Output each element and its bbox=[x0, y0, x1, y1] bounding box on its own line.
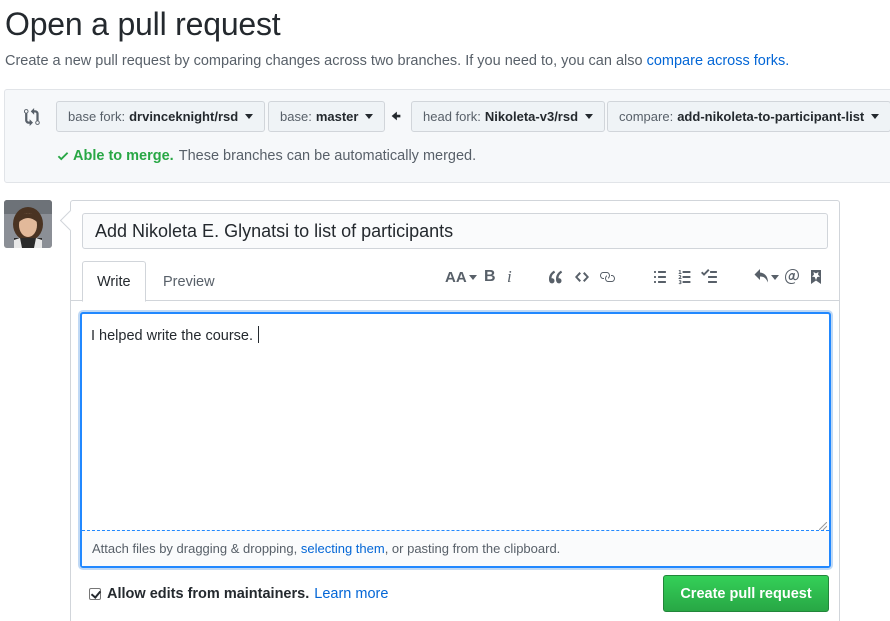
link-button[interactable] bbox=[599, 267, 615, 287]
attach-suffix: , or pasting from the clipboard. bbox=[384, 541, 561, 556]
page-title: Open a pull request bbox=[5, 6, 281, 42]
italic-button[interactable]: i bbox=[507, 267, 512, 287]
bold-icon: B bbox=[484, 268, 496, 285]
pr-title-input[interactable] bbox=[82, 213, 828, 249]
link-icon bbox=[600, 272, 615, 282]
compare-branch-label: compare: bbox=[619, 109, 674, 124]
user-avatar-image bbox=[4, 200, 52, 248]
unordered-list-button[interactable] bbox=[652, 267, 668, 287]
attach-prefix: Attach files by dragging & dropping, bbox=[92, 541, 298, 556]
mention-icon bbox=[785, 269, 799, 284]
subtitle-text: Create a new pull request by comparing c… bbox=[5, 53, 643, 69]
code-button[interactable] bbox=[574, 267, 590, 287]
quote-button[interactable] bbox=[548, 267, 564, 287]
base-branch-value: master bbox=[315, 109, 359, 124]
page-subtitle: Create a new pull request by comparing c… bbox=[5, 53, 789, 69]
compare-branch-value: add-nikoleta-to-participant-list bbox=[677, 109, 865, 124]
chevron-down-icon bbox=[365, 114, 374, 119]
select-files-link[interactable]: selecting them bbox=[301, 541, 385, 556]
base-branch-select[interactable]: base: master bbox=[268, 101, 386, 132]
check-icon bbox=[57, 152, 69, 161]
text-cursor bbox=[258, 326, 260, 343]
task-list-button[interactable] bbox=[700, 267, 718, 287]
merge-message: These branches can be automatically merg… bbox=[178, 148, 477, 164]
branch-range-editor: base fork: drvinceknight/rsd base: maste… bbox=[4, 89, 890, 183]
head-fork-select[interactable]: head fork: Nikoleta-v3/rsd bbox=[411, 101, 606, 132]
arrow-left-icon bbox=[391, 111, 401, 121]
file-attach-bar[interactable]: Attach files by dragging & dropping, sel… bbox=[82, 530, 829, 566]
allow-edits-option: Allow edits from maintainers. Learn more bbox=[89, 586, 388, 602]
merge-status: Able to merge. These branches can be aut… bbox=[57, 148, 476, 164]
code-icon bbox=[575, 272, 589, 282]
base-fork-select[interactable]: base fork: drvinceknight/rsd bbox=[56, 101, 266, 132]
merge-ok-label: Able to merge. bbox=[73, 148, 174, 164]
compare-arrows-icon bbox=[24, 108, 40, 126]
quote-icon bbox=[549, 270, 563, 284]
compare-branch-select[interactable]: compare: add-nikoleta-to-participant-lis… bbox=[607, 101, 890, 132]
create-pull-request-button[interactable]: Create pull request bbox=[663, 575, 829, 612]
list-unordered-icon bbox=[654, 271, 666, 283]
allow-edits-label: Allow edits from maintainers. bbox=[107, 586, 310, 602]
resize-handle-icon[interactable] bbox=[819, 522, 827, 530]
head-fork-value: Nikoleta-v3/rsd bbox=[484, 109, 579, 124]
chevron-down-icon bbox=[468, 274, 477, 280]
tab-preview[interactable]: Preview bbox=[149, 261, 229, 302]
bold-button[interactable]: B bbox=[484, 267, 496, 287]
chevron-down-icon bbox=[871, 114, 880, 119]
header-text-icon: AA bbox=[445, 268, 467, 286]
tasklist-icon bbox=[701, 269, 717, 283]
allow-edits-checkbox[interactable] bbox=[89, 588, 101, 600]
header-text-button[interactable]: AA bbox=[445, 267, 477, 287]
learn-more-link[interactable]: Learn more bbox=[314, 586, 388, 602]
base-branch-label: base: bbox=[280, 109, 312, 124]
chevron-down-icon bbox=[771, 274, 779, 280]
bookmark-icon bbox=[811, 270, 821, 284]
mention-button[interactable] bbox=[784, 267, 800, 287]
list-ordered-icon bbox=[678, 270, 691, 285]
compare-across-forks-link[interactable]: compare across forks. bbox=[647, 53, 790, 69]
italic-icon: i bbox=[507, 267, 512, 286]
chevron-down-icon bbox=[245, 114, 254, 119]
pr-body-textarea[interactable]: I helped write the course. Attach files … bbox=[80, 312, 831, 568]
base-fork-value: drvinceknight/rsd bbox=[129, 109, 239, 124]
tab-write[interactable]: Write bbox=[82, 261, 146, 302]
ordered-list-button[interactable] bbox=[677, 267, 693, 287]
avatar bbox=[4, 200, 52, 248]
head-fork-label: head fork: bbox=[423, 109, 481, 124]
base-fork-label: base fork: bbox=[68, 109, 126, 124]
pr-body-text: I helped write the course. bbox=[91, 326, 260, 344]
reply-button[interactable] bbox=[753, 267, 779, 287]
chevron-down-icon bbox=[585, 114, 594, 119]
saved-replies-button[interactable] bbox=[810, 267, 822, 287]
pr-body-value: I helped write the course. bbox=[91, 328, 254, 344]
reply-icon bbox=[754, 269, 768, 283]
pull-request-form: Write Preview AA B i I helped write the … bbox=[70, 200, 840, 621]
